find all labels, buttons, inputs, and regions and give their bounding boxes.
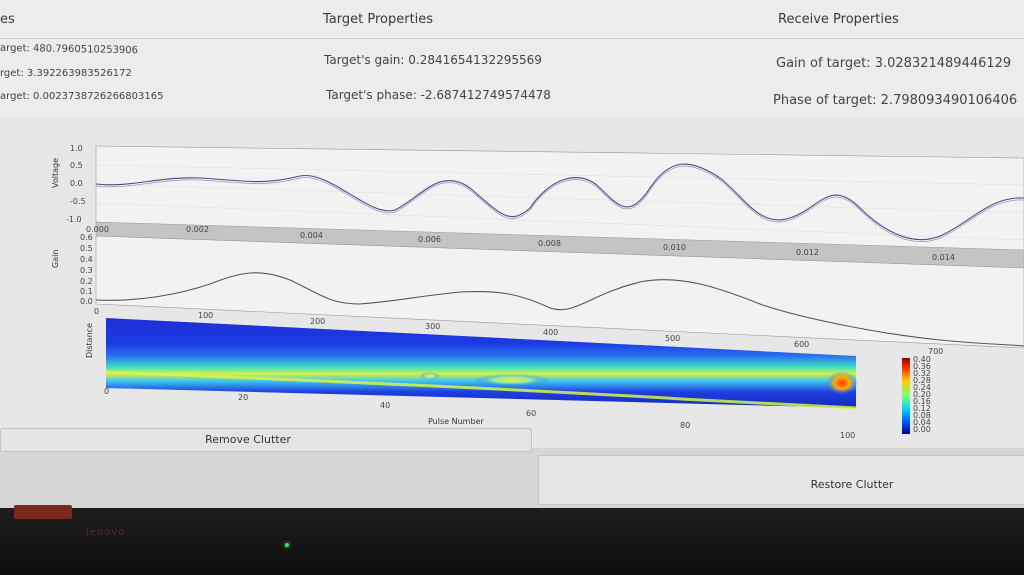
heatmap-xtick: 0	[104, 387, 109, 396]
colorbar-tick: 0.00	[913, 425, 931, 434]
heatmap-hotspot	[474, 374, 550, 386]
gain-yticks: 0.6 0.5 0.4 0.3 0.2 0.1 0.0	[80, 233, 93, 306]
gain-xtick: 200	[310, 317, 325, 326]
gain-ytick: 0.3	[80, 266, 93, 275]
heatmap-hotspot	[420, 372, 440, 380]
heatmap-xtick: 80	[680, 421, 690, 430]
colorbar	[902, 358, 910, 434]
gain-xtick: 500	[665, 334, 680, 343]
heatmap-hotspot	[826, 371, 858, 395]
voltage-xtick: 0.014	[932, 253, 955, 262]
restore-clutter-button[interactable]: Restore Clutter	[538, 455, 1024, 505]
left-row-3-value: 0.0023738726266803165	[33, 91, 164, 102]
monitor-bezel	[0, 508, 1024, 575]
remove-clutter-button[interactable]: Remove Clutter	[0, 428, 532, 452]
app-window: es arget: 480.7960510253906 rget: 3.3922…	[0, 0, 1024, 515]
phase-of-target-row: Phase of target: 2.798093490106406	[773, 93, 1017, 108]
gain-xtick: 600	[794, 340, 809, 349]
properties-panel: es arget: 480.7960510253906 rget: 3.3922…	[0, 0, 1024, 119]
left-column-title: es	[0, 12, 15, 27]
gain-ytick: 0.5	[80, 244, 93, 253]
target-gain-row: Target's gain: 0.2841654132295569	[324, 53, 542, 67]
voltage-ytick: 0.0	[70, 179, 83, 188]
target-phase-value: -2.687412749574478	[420, 88, 551, 102]
heatmap-ylabel: Distance	[85, 323, 94, 358]
voltage-xtick: 0.008	[538, 239, 561, 248]
heatmap-xtick: 100	[840, 431, 855, 440]
voltage-yticks: 1.0 0.5 0.0 -0.5 -1.0	[66, 144, 86, 224]
gain-ytick: 0.2	[80, 277, 93, 286]
target-phase-label: Target's phase:	[326, 88, 417, 102]
restore-clutter-label: Restore Clutter	[810, 478, 894, 491]
left-row-2-value: 3.392263983526172	[26, 68, 132, 79]
gain-of-target-label: Gain of target:	[776, 56, 871, 71]
gain-ytick: 0.1	[80, 287, 93, 296]
phase-of-target-label: Phase of target:	[773, 93, 877, 108]
left-row-1-value: 480.7960510253906	[33, 43, 139, 57]
left-row-1: arget: 480.7960510253906	[0, 43, 138, 56]
gain-ytick: 0.0	[80, 297, 93, 306]
voltage-ytick: 0.5	[70, 161, 83, 170]
power-indicator-icon	[285, 543, 289, 547]
heatmap-xtick: 20	[238, 393, 248, 402]
voltage-xtick: 0.002	[186, 225, 209, 234]
voltage-ytick: -1.0	[66, 215, 82, 224]
voltage-ylabel: Voltage	[51, 158, 60, 188]
target-properties-title: Target Properties	[323, 12, 434, 27]
heatmap-xtick: 60	[526, 409, 536, 418]
gain-xtick: 400	[543, 328, 558, 337]
colorbar-ticks: 0.40 0.36 0.32 0.28 0.24 0.20 0.16 0.12 …	[913, 355, 931, 434]
target-gain-value: 0.2841654132295569	[408, 53, 542, 67]
voltage-ytick: 1.0	[70, 144, 83, 153]
voltage-xtick: 0.006	[418, 235, 441, 244]
receive-properties-title: Receive Properties	[778, 12, 899, 27]
left-row-2-label: rget:	[0, 68, 24, 79]
remove-clutter-label: Remove Clutter	[205, 433, 291, 446]
gain-ytick: 0.4	[80, 255, 93, 264]
heatmap-xlabel: Pulse Number	[428, 417, 484, 426]
divider	[0, 38, 1024, 39]
target-gain-label: Target's gain:	[324, 53, 405, 67]
plot-area: Voltage 1.0 0.5 0.0 -0.5 -1.0 0.000 0.00…	[0, 118, 1024, 448]
plots-svg: Voltage 1.0 0.5 0.0 -0.5 -1.0 0.000 0.00…	[51, 144, 1024, 440]
voltage-xtick: 0.004	[300, 231, 323, 240]
voltage-ytick: -0.5	[70, 197, 86, 206]
gain-of-target-value: 3.028321489446129	[874, 56, 1012, 71]
gain-ylabel: Gain	[51, 250, 60, 268]
bezel-label-sticker	[14, 505, 72, 519]
heatmap-xtick: 40	[380, 401, 390, 410]
left-row-1-label: arget:	[0, 42, 30, 55]
gain-xtick: 0	[94, 307, 99, 316]
voltage-xtick: 0.010	[663, 243, 686, 252]
target-phase-row: Target's phase: -2.687412749574478	[326, 88, 551, 102]
gain-xtick: 300	[425, 322, 440, 331]
gain-ytick: 0.6	[80, 233, 93, 242]
gain-xtick: 100	[198, 311, 213, 320]
left-row-2: rget: 3.392263983526172	[0, 68, 132, 79]
gain-of-target-row: Gain of target: 3.028321489446129	[776, 56, 1011, 71]
monitor-brand: lenovo	[86, 527, 126, 538]
left-row-3-label: arget:	[0, 91, 30, 102]
voltage-xtick: 0.012	[796, 248, 819, 257]
phase-of-target-value: 2.798093490106406	[880, 93, 1018, 108]
left-row-3: arget: 0.0023738726266803165	[0, 91, 163, 102]
